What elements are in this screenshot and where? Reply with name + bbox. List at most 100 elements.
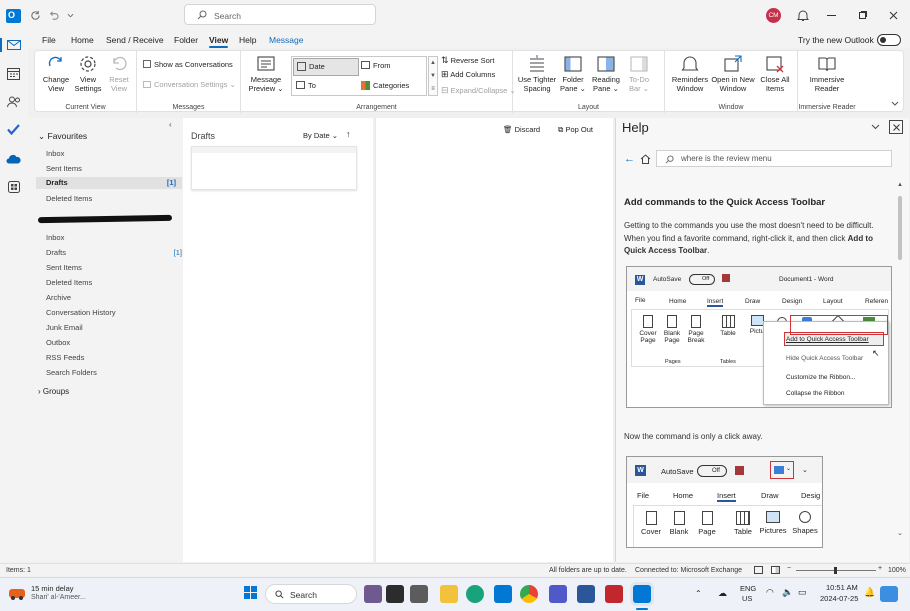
folder-outbox[interactable]: Outbox: [46, 338, 70, 347]
conversation-settings-button[interactable]: Conversation Settings ⌄: [143, 80, 236, 90]
arrange-by-categories[interactable]: Categories: [361, 81, 409, 91]
discard-button[interactable]: 🗑 Discard: [503, 125, 540, 134]
start-button[interactable]: [244, 586, 258, 600]
folder-sent-items[interactable]: Sent Items: [46, 263, 82, 272]
tab-file[interactable]: File: [42, 35, 56, 45]
arrange-by-from[interactable]: From: [361, 61, 391, 71]
fav-folder-deleted-items[interactable]: Deleted Items: [46, 194, 92, 203]
folder-rss-feeds[interactable]: RSS Feeds: [46, 353, 84, 362]
tab-home[interactable]: Home: [71, 35, 94, 45]
reverse-sort-button[interactable]: ⇅ Reverse Sort: [441, 55, 494, 66]
clock-date[interactable]: 2024-07-25: [820, 594, 858, 603]
taskbar-app-teams-icon[interactable]: [549, 585, 567, 603]
fav-folder-sent-items[interactable]: Sent Items: [46, 164, 82, 173]
tab-folder[interactable]: Folder: [174, 35, 198, 45]
folder-pane-button[interactable]: Folder Pane ⌄: [557, 54, 589, 93]
taskbar-app-outlook-icon[interactable]: [633, 585, 651, 603]
taskbar-app-file-explorer-icon[interactable]: [440, 585, 458, 603]
taskbar-app-outlook-new-icon[interactable]: [494, 585, 512, 603]
zoom-slider[interactable]: [796, 567, 876, 574]
folder-junk-email[interactable]: Junk Email: [46, 323, 83, 332]
reading-view-icon[interactable]: [771, 566, 780, 574]
collapse-pane-chevron-icon[interactable]: ‹: [169, 120, 172, 129]
message-preview-button[interactable]: Message Preview ⌄: [243, 54, 289, 93]
close-window-icon[interactable]: [889, 11, 898, 20]
immersive-reader-button[interactable]: Immersive Reader: [804, 54, 850, 93]
send-receive-icon[interactable]: [30, 10, 41, 21]
taskbar-app-word-icon[interactable]: [577, 585, 595, 603]
favourites-header[interactable]: ⌄ Favourites: [38, 131, 87, 142]
battery-icon[interactable]: ▭: [798, 587, 807, 598]
help-scroll-thumb[interactable]: [898, 196, 902, 260]
folder-search-folders[interactable]: Search Folders: [46, 368, 97, 377]
taskbar-app-terminal-icon[interactable]: [410, 585, 428, 603]
folder-drafts[interactable]: Drafts [1]: [46, 248, 182, 257]
clock-time[interactable]: 10:51 AM: [826, 583, 858, 592]
fav-folder-inbox[interactable]: Inbox: [46, 149, 64, 158]
speaker-icon[interactable]: 🔈: [782, 587, 793, 598]
onedrive-icon[interactable]: [6, 154, 21, 164]
tab-send-receive[interactable]: Send / Receive: [106, 35, 164, 45]
taskbar-search[interactable]: Search: [265, 584, 357, 604]
taskbar-app-acrobat-icon[interactable]: [605, 585, 623, 603]
taskbar-app-chrome-icon[interactable]: [520, 585, 538, 603]
restore-icon[interactable]: [859, 11, 867, 19]
reminders-window-button[interactable]: Reminders Window: [671, 54, 709, 93]
show-as-conversations-checkbox[interactable]: Show as Conversations: [143, 60, 233, 70]
change-view-button[interactable]: Change View: [40, 54, 72, 93]
avatar[interactable]: CM: [766, 8, 781, 23]
help-search-input[interactable]: where is the review menu: [656, 150, 892, 167]
use-tighter-spacing-button[interactable]: Use Tighter Spacing: [517, 54, 557, 93]
todo-bar-button[interactable]: To-Do Bar ⌄: [623, 54, 655, 93]
mail-icon[interactable]: [7, 40, 21, 50]
tab-view[interactable]: View: [209, 35, 229, 48]
home-icon[interactable]: [640, 154, 651, 164]
fav-folder-drafts[interactable]: Drafts [1]: [36, 177, 182, 189]
arrange-by-to[interactable]: To: [296, 81, 316, 91]
minimize-icon[interactable]: [827, 15, 836, 17]
folder-archive[interactable]: Archive: [46, 293, 71, 302]
tab-message[interactable]: Message: [269, 35, 304, 45]
people-icon[interactable]: [7, 96, 21, 108]
try-new-outlook-toggle[interactable]: [877, 34, 901, 46]
scroll-down-icon[interactable]: ⌄: [897, 529, 903, 537]
reading-pane-button[interactable]: Reading Pane ⌄: [589, 54, 623, 93]
collapse-ribbon-chevron-icon[interactable]: [891, 101, 899, 106]
scroll-up-icon[interactable]: ▲: [897, 182, 903, 188]
weather-widget-icon[interactable]: [9, 586, 27, 602]
taskbar-app-edge-icon[interactable]: [466, 585, 484, 603]
reset-view-button[interactable]: Reset View: [104, 54, 134, 93]
show-hidden-icons-chevron-icon[interactable]: ⌃: [695, 589, 702, 598]
sort-direction-arrow-icon[interactable]: ↑: [346, 129, 351, 139]
wifi-icon[interactable]: ◠: [766, 587, 774, 598]
sort-dropdown[interactable]: By Date ⌄: [303, 131, 338, 140]
normal-view-icon[interactable]: [754, 566, 763, 574]
taskbar-app-widgets-icon[interactable]: [364, 585, 382, 603]
view-settings-button[interactable]: View Settings: [72, 54, 104, 93]
close-all-items-button[interactable]: Close All Items: [757, 54, 793, 93]
language-region[interactable]: US: [742, 594, 752, 603]
gallery-scroll[interactable]: ▲ ▼ ≡: [428, 56, 438, 96]
help-close-button[interactable]: [889, 120, 903, 134]
draft-message-item[interactable]: [191, 146, 357, 190]
language-code[interactable]: ENG: [740, 584, 756, 593]
zoom-in-icon[interactable]: +: [878, 565, 882, 572]
bell-icon[interactable]: [797, 9, 809, 22]
cloud-sync-icon[interactable]: ☁: [718, 588, 727, 599]
todo-check-icon[interactable]: [7, 124, 20, 135]
tab-help[interactable]: Help: [239, 35, 256, 45]
taskbar-app-task-view-icon[interactable]: [386, 585, 404, 603]
zoom-out-icon[interactable]: −: [787, 565, 791, 572]
notification-bell-icon[interactable]: 🔔: [864, 587, 875, 598]
apps-icon[interactable]: [8, 181, 20, 193]
add-columns-button[interactable]: ⊞ Add Columns: [441, 69, 495, 80]
search-box[interactable]: Search: [184, 4, 376, 25]
customize-toolbar-chevron-icon[interactable]: [67, 13, 74, 18]
open-in-new-window-button[interactable]: Open in New Window: [711, 54, 755, 93]
help-collapse-chevron-icon[interactable]: [871, 124, 880, 130]
folder-inbox[interactable]: Inbox: [46, 233, 64, 242]
copilot-icon[interactable]: [880, 586, 898, 602]
undo-icon[interactable]: [48, 10, 59, 21]
arrange-by-date[interactable]: Date: [293, 58, 359, 76]
help-scrollbar[interactable]: ▲ ⌄: [897, 182, 903, 538]
